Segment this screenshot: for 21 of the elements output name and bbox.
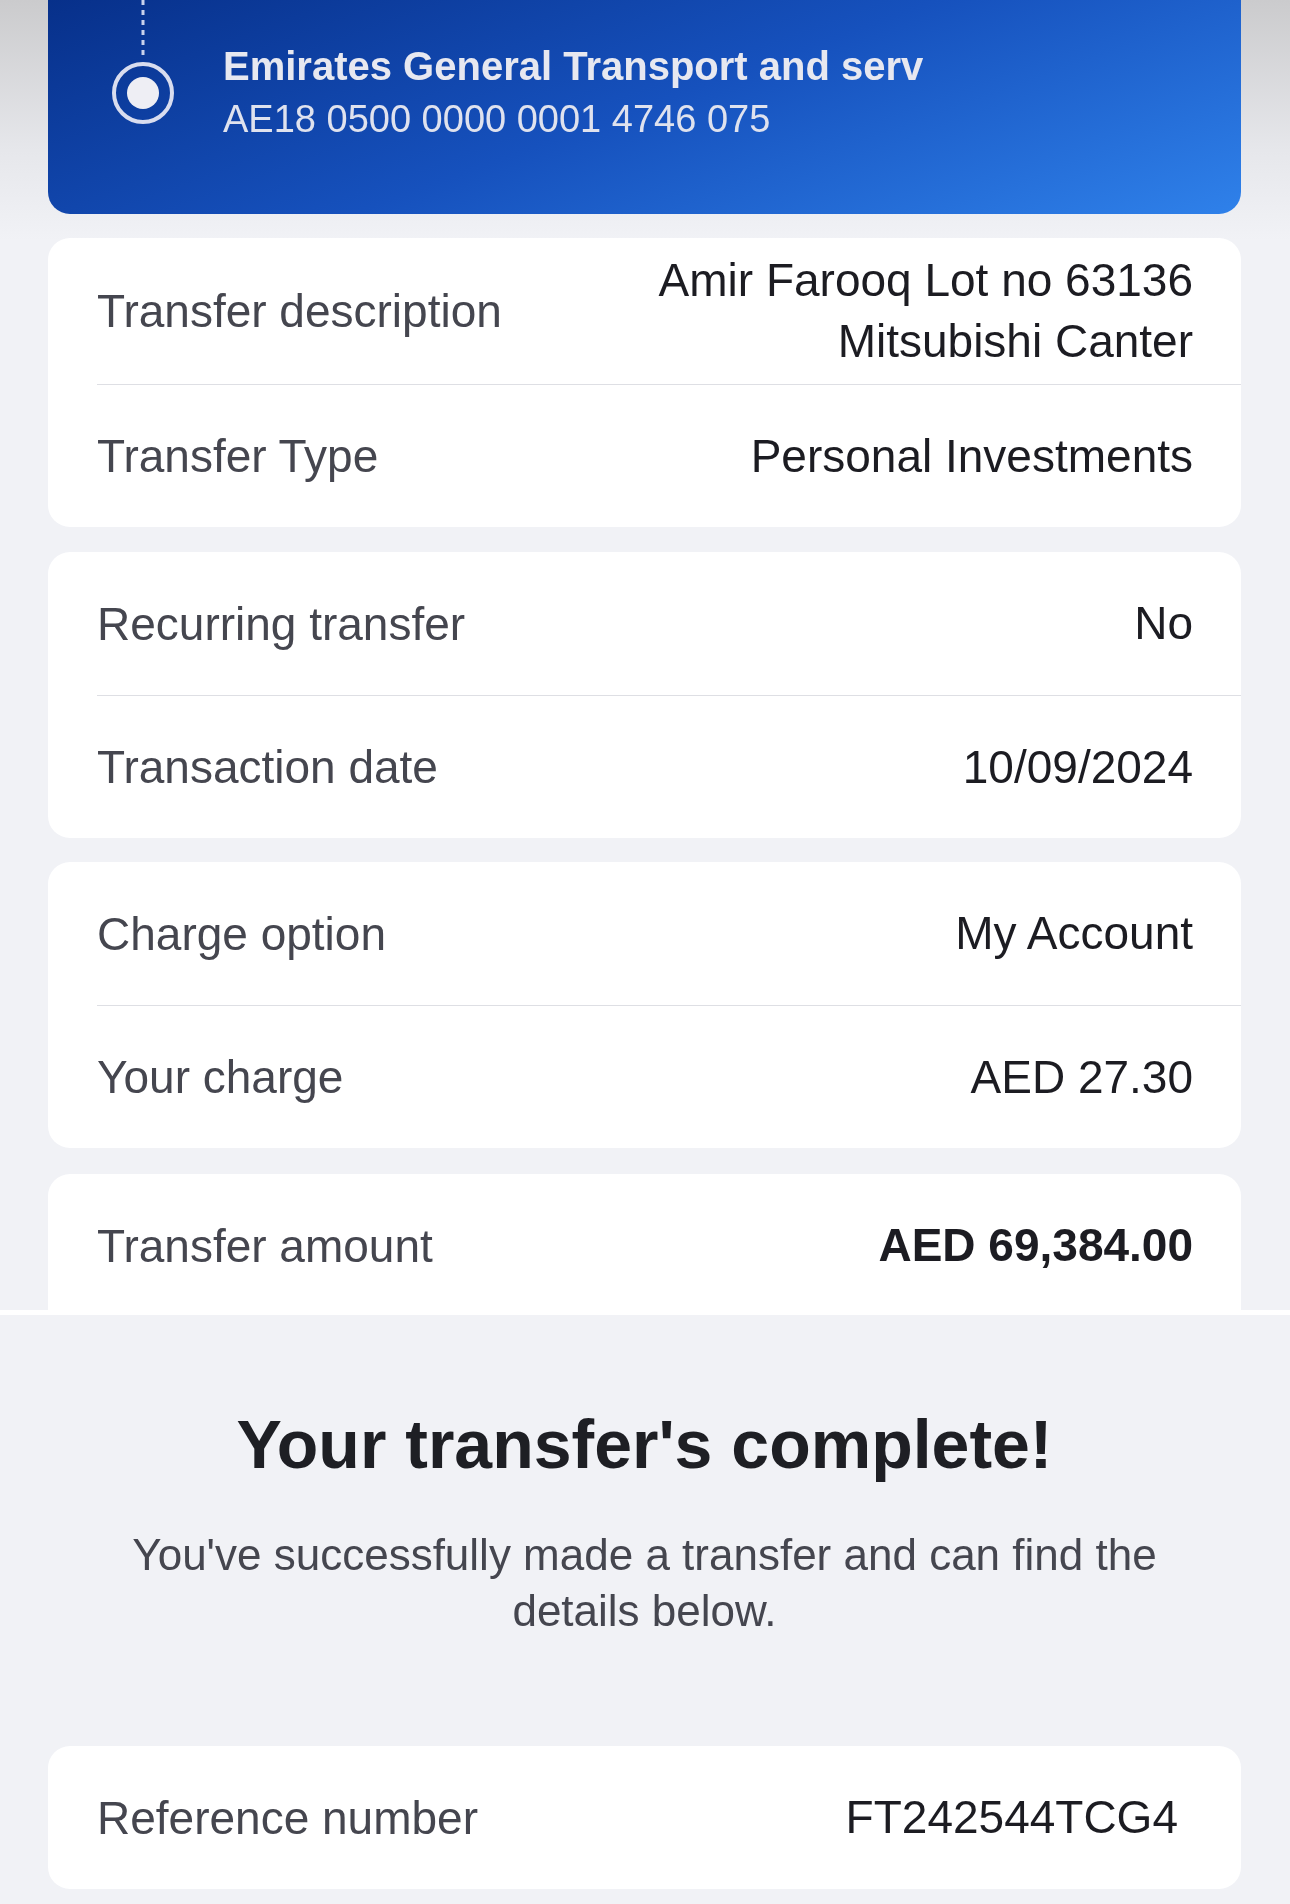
row-label: Transfer amount	[97, 1218, 433, 1274]
row-value: No	[1134, 596, 1193, 651]
row-value: AED 69,384.00	[878, 1218, 1193, 1273]
row-label: Charge option	[97, 906, 386, 962]
row-label: Transfer Type	[97, 429, 379, 484]
row-value: AED 27.30	[970, 1049, 1193, 1105]
row-value: FT242544TCG4	[845, 1790, 1178, 1845]
row-value: Personal Investments	[750, 428, 1193, 484]
row-value: My Account	[955, 906, 1193, 961]
row-label: Reference number	[97, 1790, 478, 1846]
row-label: Transaction date	[97, 740, 438, 795]
row-value: Amir Farooq Lot no 63136 Mitsubishi Canter	[657, 253, 1193, 369]
row-label: Recurring transfer	[97, 596, 466, 652]
success-message: You've successfully made a transfer and can find the details below.	[131, 1529, 1158, 1637]
row-label: Transfer description	[97, 284, 502, 339]
row-value: 10/09/2024	[962, 739, 1193, 795]
ring-dot-icon	[112, 62, 174, 124]
row-label: Your charge	[97, 1050, 344, 1105]
success-title: Your transfer's complete!	[235, 1405, 1054, 1483]
recipient-name: Emirates General Transport and serv	[223, 43, 924, 90]
recipient-iban: AE18 0500 0000 0001 4746 075	[223, 97, 772, 142]
